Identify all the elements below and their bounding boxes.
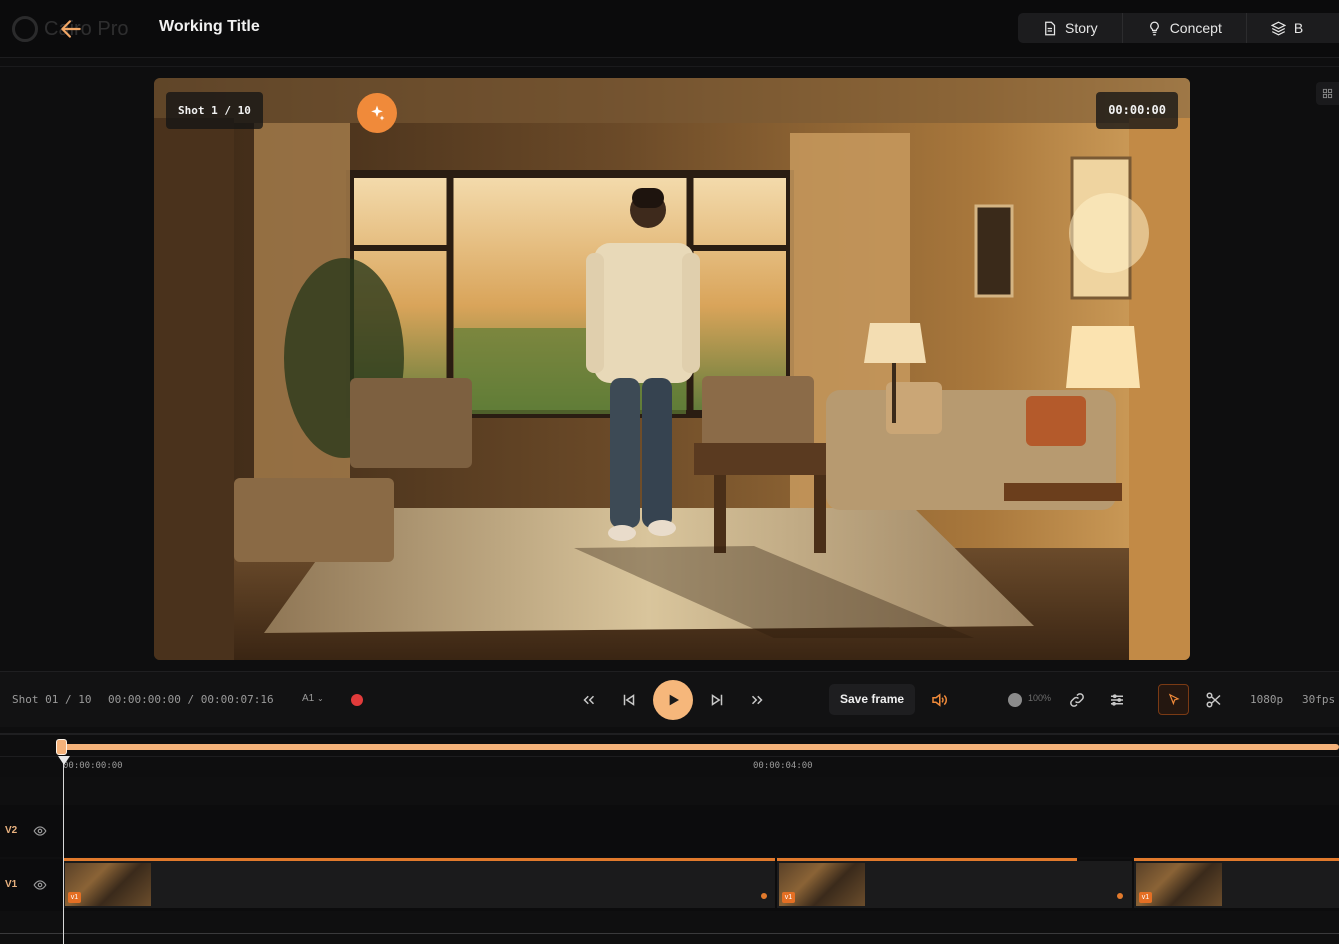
chevron-down-icon: ⌄	[317, 694, 324, 703]
grid-icon	[1322, 88, 1333, 99]
logo-mark-icon	[12, 16, 38, 42]
ai-generate-button[interactable]	[357, 93, 397, 133]
track-v2-label: V2	[5, 825, 18, 836]
header-bar: Cairo Pro Working Title Story Concept B	[0, 0, 1339, 58]
nav-story-label: Story	[1065, 20, 1098, 36]
eye-icon[interactable]	[33, 878, 47, 892]
grid-toggle-button[interactable]	[1316, 82, 1339, 105]
play-button[interactable]	[653, 680, 693, 720]
record-button[interactable]	[351, 694, 363, 706]
nav-story-button[interactable]: Story	[1018, 13, 1123, 43]
playback-controls: Shot 01 / 10 00:00:00:00 / 00:00:07:16 A…	[0, 671, 1339, 727]
clip-end-marker[interactable]	[761, 893, 767, 899]
document-icon	[1045, 21, 1056, 35]
timeline-clip[interactable]: v1	[777, 861, 1132, 908]
settings-sliders-icon[interactable]	[1108, 691, 1126, 709]
link-icon[interactable]	[1068, 691, 1086, 709]
select-tool-button[interactable]	[1158, 684, 1189, 715]
audio-track-label: A1	[302, 693, 315, 704]
clip-badge: v1	[782, 892, 795, 903]
timeline-clip[interactable]: v1	[63, 861, 775, 908]
scissors-icon[interactable]	[1205, 691, 1223, 709]
timeline-clip[interactable]: v1	[1134, 861, 1339, 908]
shot-badge: Shot 1 / 10	[166, 92, 263, 129]
ruler-label: 00:00:04:00	[753, 761, 813, 771]
fps-label[interactable]: 30fps	[1302, 693, 1335, 706]
playhead-marker[interactable]	[58, 756, 70, 765]
clip-badge: v1	[68, 892, 81, 903]
scrubber-track[interactable]	[60, 744, 1339, 750]
ruler-label: 00:00:00:00	[63, 761, 123, 771]
skip-forward-icon[interactable]	[708, 691, 726, 709]
divider	[0, 733, 1339, 735]
back-arrow-icon[interactable]	[58, 16, 84, 42]
ruler-divider	[0, 756, 1339, 757]
rewind-icon[interactable]	[580, 691, 598, 709]
volume-slider-knob[interactable]	[1008, 693, 1022, 707]
resolution-label[interactable]: 1080p	[1250, 693, 1283, 706]
track-v1-label: V1	[5, 879, 18, 890]
audio-track-select[interactable]: A1 ⌄	[302, 693, 324, 704]
skip-back-icon[interactable]	[620, 691, 638, 709]
clip-end-marker[interactable]	[1117, 893, 1123, 899]
nav-concept-button[interactable]: Concept	[1123, 13, 1247, 43]
nav-b-button[interactable]: B	[1247, 13, 1327, 43]
playhead-line[interactable]	[63, 756, 64, 944]
logo-text: Cairo Pro	[44, 17, 129, 40]
nav-b-label: B	[1293, 20, 1304, 36]
lightbulb-icon	[1149, 21, 1159, 35]
video-preview[interactable]: Shot 1 / 10 00:00:00	[154, 78, 1190, 660]
play-icon	[669, 694, 679, 706]
divider	[0, 933, 1339, 934]
layers-icon	[1270, 21, 1286, 35]
preview-frame-image	[154, 78, 1190, 660]
sparkle-icon	[371, 105, 385, 121]
divider	[0, 66, 1339, 67]
project-title[interactable]: Working Title	[159, 18, 260, 36]
fast-forward-icon[interactable]	[748, 691, 766, 709]
track-v2-lane[interactable]	[0, 805, 1339, 857]
volume-percent: 100%	[1028, 693, 1052, 703]
shot-counter: Shot 01 / 10	[12, 693, 92, 706]
clip-badge: v1	[1139, 892, 1152, 903]
time-display: 00:00:00:00 / 00:00:07:16	[108, 693, 274, 706]
scrubber-handle[interactable]	[56, 739, 67, 755]
top-nav: Story Concept B	[1018, 13, 1339, 43]
volume-icon[interactable]	[930, 691, 948, 709]
save-frame-button[interactable]: Save frame	[829, 684, 916, 715]
eye-icon[interactable]	[33, 824, 47, 838]
timecode-badge: 00:00:00	[1096, 92, 1178, 129]
nav-concept-label: Concept	[1169, 20, 1222, 36]
cursor-icon	[1168, 693, 1180, 705]
